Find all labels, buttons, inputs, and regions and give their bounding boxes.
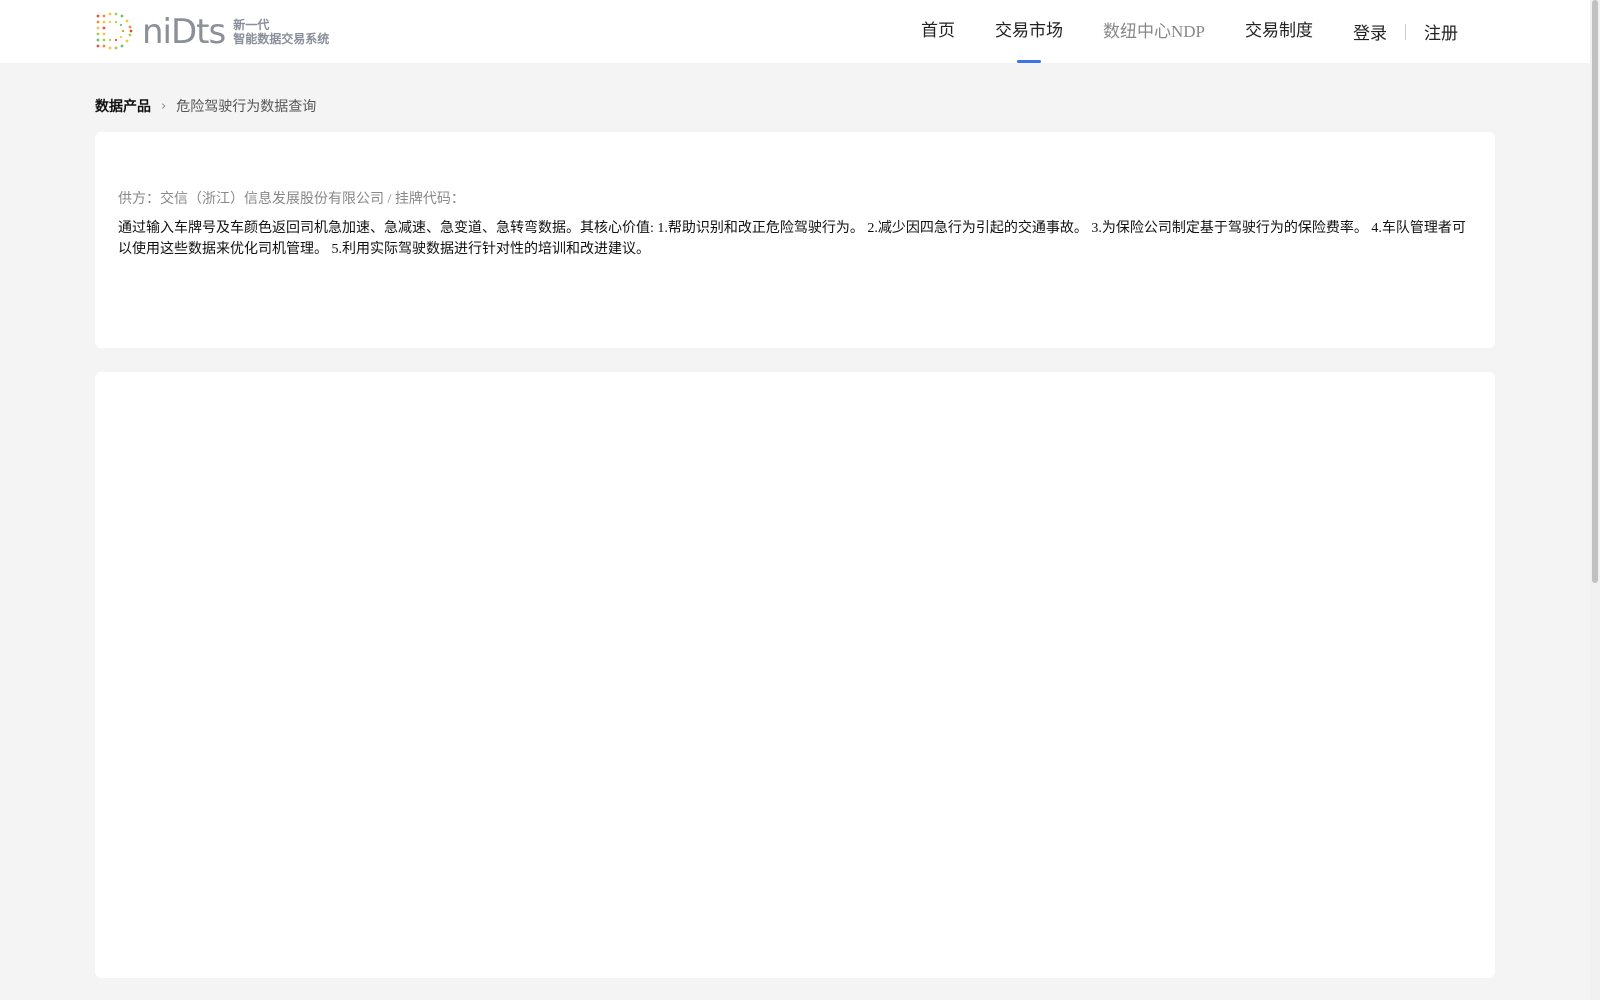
dotted-d-logo-icon xyxy=(96,12,133,50)
chevron-right-icon: › xyxy=(161,98,167,114)
brand-tagline: 新一代 智能数据交易系统 xyxy=(233,18,329,46)
nav-item-home[interactable]: 首页 xyxy=(921,0,955,63)
page-scrollbar[interactable] xyxy=(1590,0,1600,1000)
register-link[interactable]: 注册 xyxy=(1424,19,1458,44)
nav-item-market[interactable]: 交易市场 xyxy=(995,0,1063,63)
breadcrumb: 数据产品 › 危险驾驶行为数据查询 xyxy=(95,96,316,116)
nav-item-ndp[interactable]: 数纽中心NDP xyxy=(1103,0,1205,63)
product-description: 通过输入车牌号及车颜色返回司机急加速、急减速、急变道、急转弯数据。其核心价值: … xyxy=(118,221,1466,257)
brand-tagline-line2: 智能数据交易系统 xyxy=(233,32,330,46)
auth-divider xyxy=(1405,23,1406,40)
scrollbar-thumb[interactable] xyxy=(1592,0,1598,583)
brand-wordmark: niDts xyxy=(142,12,226,52)
nav-item-rules[interactable]: 交易制度 xyxy=(1245,0,1313,63)
auth-links: 登录 注册 xyxy=(1353,19,1458,44)
brand-logo[interactable]: niDts 新一代 智能数据交易系统 xyxy=(94,10,344,54)
product-info-card: 供方：交信（浙江）信息发展股份有限公司 / 挂牌代码： 通过输入车牌号及车颜色返… xyxy=(95,132,1495,348)
top-header: niDts 新一代 智能数据交易系统 首页 交易市场 数纽中心NDP 交易制度 … xyxy=(0,0,1590,63)
login-link[interactable]: 登录 xyxy=(1353,19,1387,44)
breadcrumb-current: 危险驾驶行为数据查询 xyxy=(176,99,317,115)
page: niDts 新一代 智能数据交易系统 首页 交易市场 数纽中心NDP 交易制度 … xyxy=(0,0,1600,1000)
breadcrumb-root[interactable]: 数据产品 xyxy=(95,96,151,116)
product-detail-panel xyxy=(95,372,1495,978)
main-nav: 首页 交易市场 数纽中心NDP 交易制度 登录 注册 xyxy=(881,0,1458,63)
supplier-line: 供方：交信（浙江）信息发展股份有限公司 / 挂牌代码： xyxy=(118,192,465,207)
brand-tagline-line1: 新一代 xyxy=(233,18,270,32)
